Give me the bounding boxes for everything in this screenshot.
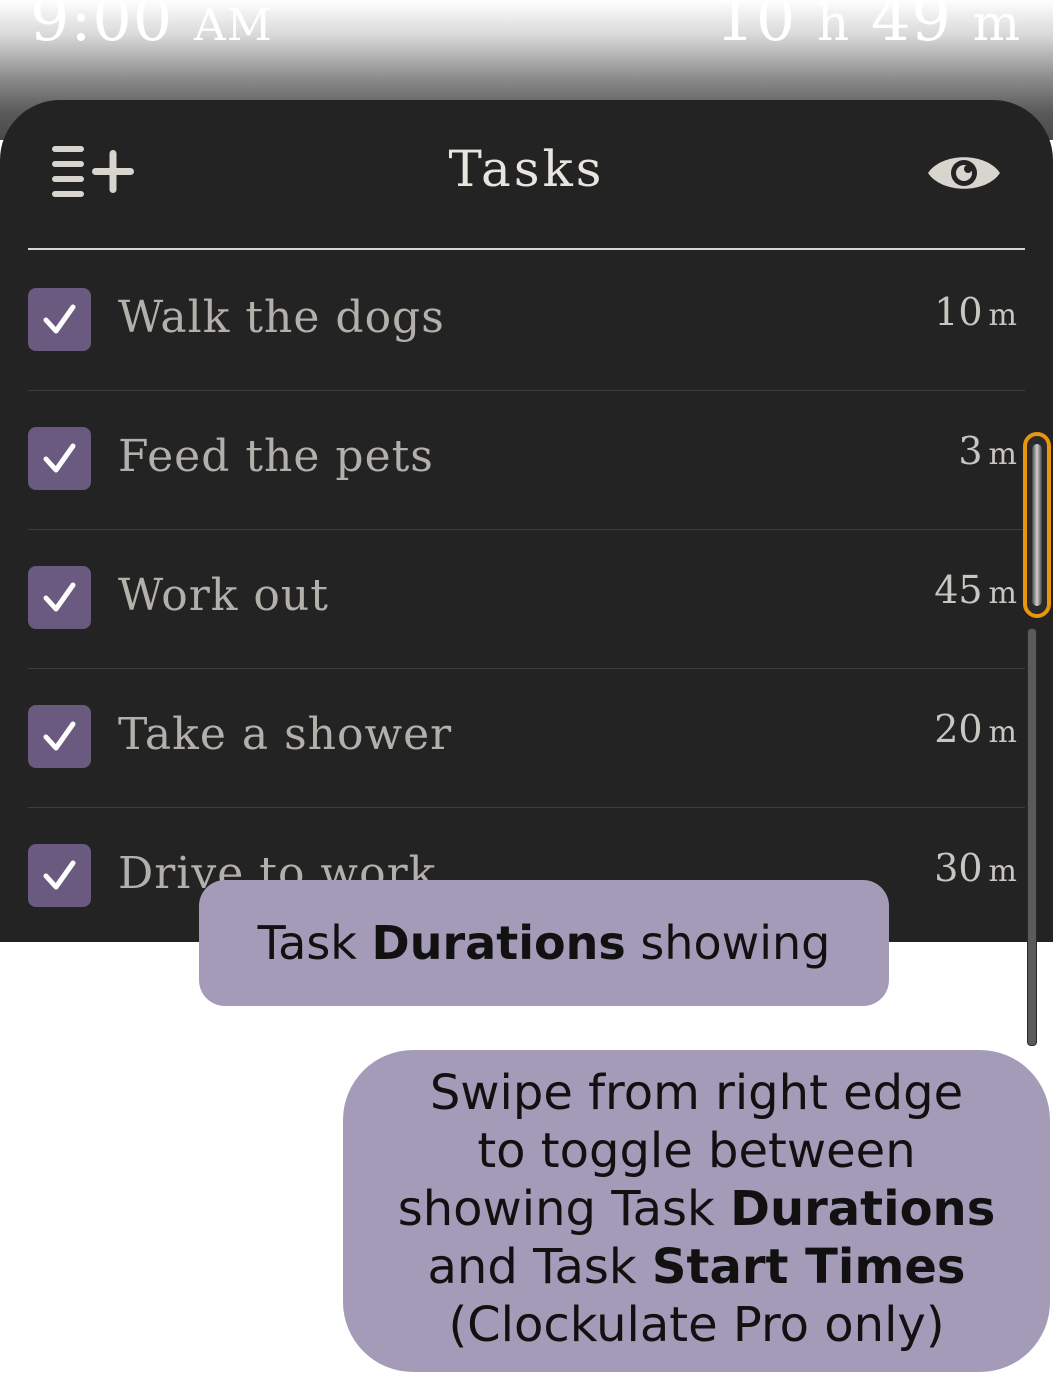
callout-text: and Task xyxy=(427,1239,652,1295)
task-checkbox[interactable] xyxy=(28,705,91,768)
task-checkbox[interactable] xyxy=(28,844,91,907)
remaining-hours: 10 xyxy=(715,0,797,55)
task-duration: 3m xyxy=(958,429,1017,473)
eye-icon xyxy=(928,157,1000,189)
task-duration: 45 m xyxy=(934,568,1017,612)
current-time-value: 9:00 xyxy=(30,0,174,55)
task-row[interactable]: Feed the pets 3m xyxy=(0,391,1053,530)
callout-text: showing Task xyxy=(397,1181,731,1237)
task-duration-unit: m xyxy=(988,437,1017,472)
checkmark-icon xyxy=(43,860,76,890)
task-row[interactable]: Take a shower 20 m xyxy=(0,669,1053,808)
callout-text: Task xyxy=(257,916,372,970)
time-remaining: 10 h 49 m xyxy=(715,0,1021,55)
task-duration-value: 10 xyxy=(934,290,983,334)
task-label: Feed the pets xyxy=(118,431,434,482)
task-label: Walk the dogs xyxy=(118,292,445,343)
callout-line: Swipe from right edge xyxy=(429,1065,964,1121)
tasks-panel: Tasks Walk the dogs 10 m Feed the pets 3… xyxy=(0,100,1053,942)
task-duration-unit: m xyxy=(988,715,1017,750)
edge-swipe-handle[interactable] xyxy=(1023,432,1051,618)
checkmark-icon xyxy=(43,443,76,473)
task-duration: 20 m xyxy=(934,707,1017,751)
task-duration-unit: m xyxy=(988,576,1017,611)
checkmark-icon xyxy=(43,582,76,612)
task-label: Take a shower xyxy=(118,709,453,760)
task-list: Walk the dogs 10 m Feed the pets 3m Work … xyxy=(0,252,1053,942)
tasks-header: Tasks xyxy=(0,100,1053,250)
header-divider xyxy=(28,248,1025,250)
callout-line: to toggle between xyxy=(477,1123,916,1179)
callout-bold: Durations xyxy=(730,1181,996,1237)
callout-durations-showing: Task Durations showing xyxy=(199,880,889,1006)
task-row[interactable]: Work out 45 m xyxy=(0,530,1053,669)
task-duration: 10 m xyxy=(934,290,1017,334)
remaining-minutes: 49 xyxy=(870,0,952,55)
task-checkbox[interactable] xyxy=(28,566,91,629)
task-label: Work out xyxy=(118,570,329,621)
checkmark-icon xyxy=(43,721,76,751)
task-duration-value: 45 xyxy=(934,568,983,612)
scroll-track[interactable] xyxy=(1027,628,1037,1046)
callout-text: showing xyxy=(625,916,831,970)
task-checkbox[interactable] xyxy=(28,288,91,351)
remaining-minutes-unit: m xyxy=(972,0,1021,52)
current-time: 9:00 AM xyxy=(30,0,273,55)
task-duration-value: 30 xyxy=(934,846,983,890)
callout-bold: Durations xyxy=(371,916,626,970)
task-duration-value: 20 xyxy=(934,707,983,751)
callout-swipe-instructions: Swipe from right edge to toggle between … xyxy=(343,1050,1050,1372)
toggle-view-button[interactable] xyxy=(926,150,1002,196)
callout-bold: Start Times xyxy=(651,1239,966,1295)
remaining-hours-unit: h xyxy=(817,0,851,52)
checkmark-icon xyxy=(43,304,76,334)
callout-line: and Task Start Times xyxy=(343,1238,1050,1296)
callout-line: (Clockulate Pro only) xyxy=(448,1297,945,1353)
task-duration-value: 3 xyxy=(958,429,983,473)
task-duration: 30 m xyxy=(934,846,1017,890)
task-duration-unit: m xyxy=(988,298,1017,333)
scroll-thumb[interactable] xyxy=(1032,444,1042,606)
task-checkbox[interactable] xyxy=(28,427,91,490)
task-row[interactable]: Walk the dogs 10 m xyxy=(0,252,1053,391)
task-duration-unit: m xyxy=(988,854,1017,889)
callout-line: showing Task Durations xyxy=(343,1180,1050,1238)
current-time-ampm: AM xyxy=(193,0,273,51)
page-title: Tasks xyxy=(448,140,605,198)
